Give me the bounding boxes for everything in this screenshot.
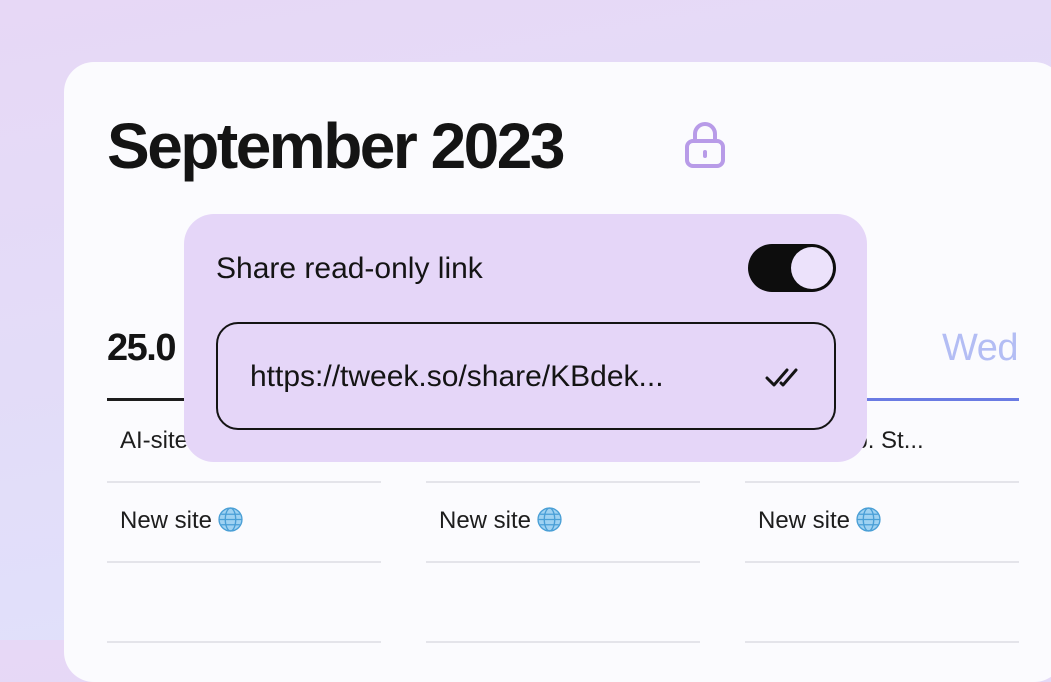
page-title: September 2023 [107,110,565,182]
share-toggle[interactable] [748,244,836,292]
share-label: Share read-only link [216,252,483,285]
lock-icon[interactable] [684,120,726,168]
globe-icon [537,507,562,532]
task-row[interactable]: New site [426,481,700,563]
task-text: New site [439,507,532,534]
task-text: AI-site [120,427,189,454]
task-row[interactable]: New site [745,481,1019,563]
toggle-knob [791,247,833,289]
empty-row[interactable] [426,561,700,643]
task-text: New site [758,507,851,534]
share-link-text[interactable]: https://tweek.so/share/KBdek... [250,357,750,397]
globe-icon [856,507,881,532]
empty-row[interactable] [107,561,381,643]
empty-row[interactable] [745,561,1019,643]
day-date[interactable]: 25.0 [107,326,176,370]
double-check-icon[interactable] [765,364,805,390]
share-link-field[interactable]: https://tweek.so/share/KBdek... [216,322,836,430]
task-row[interactable]: New site [107,481,381,563]
task-text: New site [120,507,213,534]
day-name[interactable]: Wed [942,326,1018,370]
globe-icon [218,507,243,532]
